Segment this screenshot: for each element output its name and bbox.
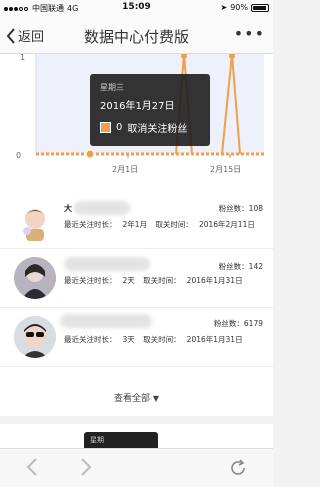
tooltip-date: 2016年1月27日 xyxy=(100,101,175,112)
blurred-name xyxy=(74,201,130,215)
recent-label: 最近关注时长： xyxy=(64,276,117,285)
fans-count: 粉丝数：142 xyxy=(219,261,263,272)
tooltip-row: 0 取消关注粉丝 xyxy=(100,120,200,135)
cancel-value: 2016年2月11日 xyxy=(198,220,255,229)
cancel-time: 取关时间： 2016年2月11日 xyxy=(155,220,254,229)
follower-meta: 最近关注时长： 3天 取关时间： 2016年1月31日 xyxy=(64,334,243,345)
battery-percent: 90% xyxy=(230,3,248,12)
cancel-time: 取关时间： 2016年1月31日 xyxy=(143,335,242,344)
cancel-value: 2016年1月31日 xyxy=(186,335,243,344)
x-tick-label: 2月1日 xyxy=(112,165,138,174)
y-tick-label: 1 xyxy=(20,54,25,62)
list-item[interactable]: 粉丝数：6179 最近关注时长： 3天 取关时间： 2016年1月31日 xyxy=(0,308,273,367)
recent-value: 2年1月 xyxy=(122,220,148,229)
follower-meta: 最近关注时长： 2天 取关时间： 2016年1月31日 xyxy=(64,275,243,286)
fans-label: 粉丝数： xyxy=(218,262,249,271)
view-all-label: 查看全部 xyxy=(113,394,150,404)
fans-label: 粉丝数： xyxy=(218,204,249,213)
cancel-label: 取关时间： xyxy=(155,220,193,229)
tooltip-weekday: 星期三 xyxy=(100,83,124,92)
x-tick-label: 2月15日 xyxy=(210,165,241,174)
blurred-name xyxy=(64,257,150,271)
fans-value: 108 xyxy=(248,204,263,213)
legend-swatch xyxy=(100,122,111,133)
tooltip-label: 取消关注粉丝 xyxy=(127,124,188,135)
follower-name: 大 xyxy=(64,204,72,213)
recent-duration: 最近关注时长： 2天 xyxy=(64,276,135,285)
tooltip-value: 0 xyxy=(116,122,123,133)
list-item[interactable]: 粉丝数：142 最近关注时长： 2天 取关时间： 2016年1月31日 xyxy=(0,249,273,308)
fans-label: 粉丝数： xyxy=(213,319,244,328)
cancel-time: 取关时间： 2016年1月31日 xyxy=(143,276,242,285)
view-all-button[interactable]: 查看全部 ▼ xyxy=(0,384,273,414)
recent-value: 2天 xyxy=(122,276,135,285)
recent-label: 最近关注时长： xyxy=(64,220,117,229)
unfollower-list: 大 粉丝数：108 最近关注时长： 2年1月 取关时间： 2016年2月11日 粉丝… xyxy=(0,191,273,367)
status-bar: 中国联通 4G 15:09 ➤ 90% xyxy=(0,0,273,16)
avatar xyxy=(14,201,56,243)
recent-value: 3天 xyxy=(122,335,135,344)
recent-duration: 最近关注时长： 2年1月 xyxy=(64,220,147,229)
fans-value: 142 xyxy=(248,262,263,271)
chart-tooltip: 星期三 2016年1月27日 0 取消关注粉丝 xyxy=(90,74,210,146)
y-tick-label: 0 xyxy=(16,151,21,160)
more-icon[interactable]: ••• xyxy=(234,24,265,43)
status-right: ➤ 90% xyxy=(221,3,269,12)
chevron-right-icon[interactable] xyxy=(80,458,92,481)
battery-icon xyxy=(251,3,269,12)
cancel-value: 2016年1月31日 xyxy=(186,276,243,285)
nav-bar: 返回 数据中心付费版 ••• xyxy=(0,16,273,54)
fans-count: 粉丝数：6179 xyxy=(214,318,263,329)
chevron-down-icon: ▼ xyxy=(152,394,160,403)
followers-chart[interactable]: 1 0 2月1日 2月15日 星期三 2016年1月27日 0 取消关注粉丝 xyxy=(0,54,273,179)
browser-toolbar xyxy=(0,448,273,487)
chevron-left-icon[interactable] xyxy=(26,458,38,481)
main-content: 1 0 2月1日 2月15日 星期三 2016年1月27日 0 取消关注粉丝 大… xyxy=(0,54,273,448)
follower-meta: 最近关注时长： 2年1月 取关时间： 2016年2月11日 xyxy=(64,219,255,230)
recent-label: 最近关注时长： xyxy=(64,335,117,344)
selected-point xyxy=(85,149,95,159)
recent-duration: 最近关注时长： 3天 xyxy=(64,335,135,344)
refresh-icon[interactable] xyxy=(228,458,248,483)
fans-count: 粉丝数：108 xyxy=(219,203,263,214)
section-divider xyxy=(0,416,273,424)
cancel-label: 取关时间： xyxy=(143,276,181,285)
avatar xyxy=(14,257,56,299)
location-icon: ➤ xyxy=(220,3,228,12)
next-chart-tooltip: 星期 xyxy=(84,432,158,448)
blurred-name xyxy=(60,314,152,328)
avatar xyxy=(14,316,56,358)
cancel-label: 取关时间： xyxy=(143,335,181,344)
page-title: 数据中心付费版 xyxy=(83,28,189,46)
fans-value: 6179 xyxy=(243,319,263,328)
list-item[interactable]: 大 粉丝数：108 最近关注时长： 2年1月 取关时间： 2016年2月11日 xyxy=(0,191,273,249)
